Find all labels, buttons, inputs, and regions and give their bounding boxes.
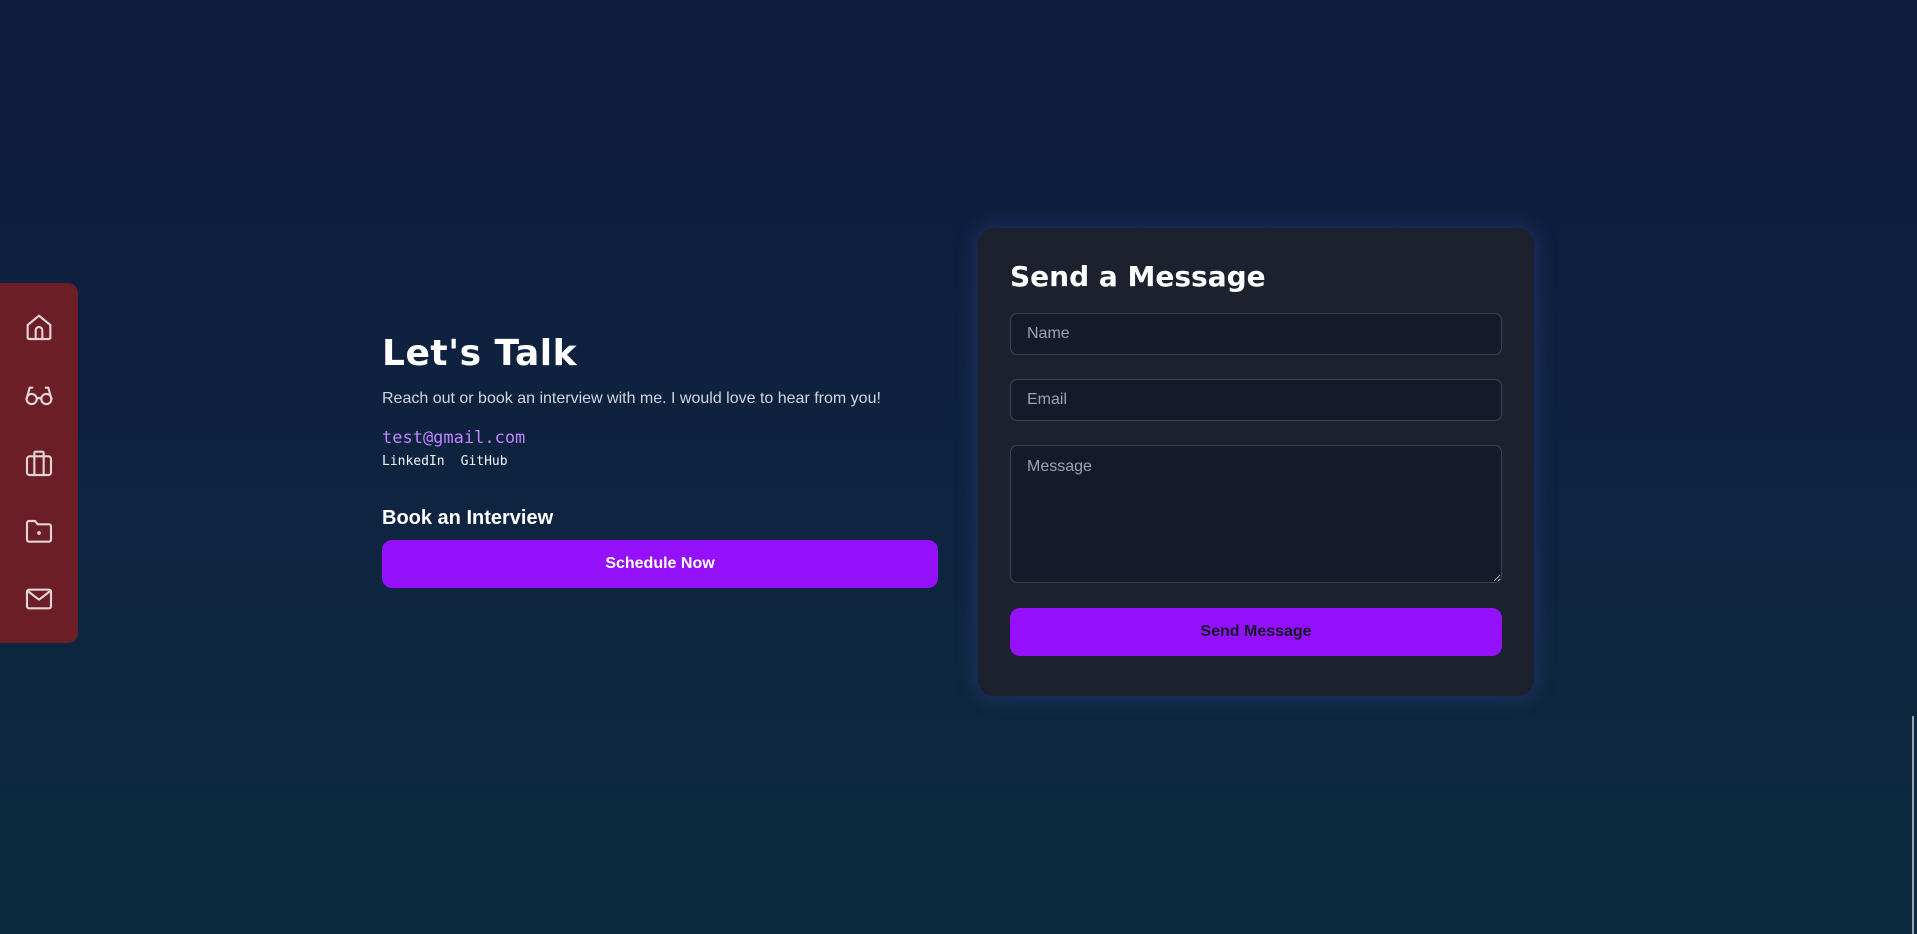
- sidebar-item-about[interactable]: [15, 371, 63, 419]
- contact-info: Let's Talk Reach out or book an intervie…: [382, 333, 938, 588]
- folder-icon: [25, 519, 53, 543]
- scrollbar-thumb[interactable]: [1912, 716, 1914, 934]
- sidebar-item-projects[interactable]: [15, 507, 63, 555]
- form-title: Send a Message: [1010, 260, 1266, 293]
- glasses-icon: [25, 386, 53, 406]
- social-links: LinkedIn GitHub: [382, 454, 938, 469]
- scrollbar[interactable]: [1907, 0, 1917, 934]
- sidebar-item-experience[interactable]: [15, 439, 63, 487]
- sidebar-item-contact[interactable]: [15, 575, 63, 623]
- message-form-card: Send a Message Send Message: [978, 228, 1534, 696]
- send-message-button[interactable]: Send Message: [1010, 608, 1502, 656]
- sidebar: [0, 283, 78, 643]
- email-field[interactable]: [1010, 379, 1502, 421]
- linkedin-link[interactable]: LinkedIn: [382, 454, 445, 469]
- book-interview-heading: Book an Interview: [382, 507, 554, 529]
- github-link[interactable]: GitHub: [461, 454, 508, 469]
- message-field[interactable]: [1010, 445, 1502, 583]
- email-link[interactable]: test@gmail.com: [382, 428, 938, 448]
- sidebar-item-home[interactable]: [15, 303, 63, 351]
- mail-icon: [25, 588, 53, 610]
- page-title: Let's Talk: [382, 333, 578, 374]
- contact-description: Reach out or book an interview with me. …: [382, 390, 881, 407]
- home-icon: [26, 314, 52, 341]
- briefcase-icon: [25, 450, 53, 477]
- name-field[interactable]: [1010, 313, 1502, 355]
- schedule-now-button[interactable]: Schedule Now: [382, 540, 938, 588]
